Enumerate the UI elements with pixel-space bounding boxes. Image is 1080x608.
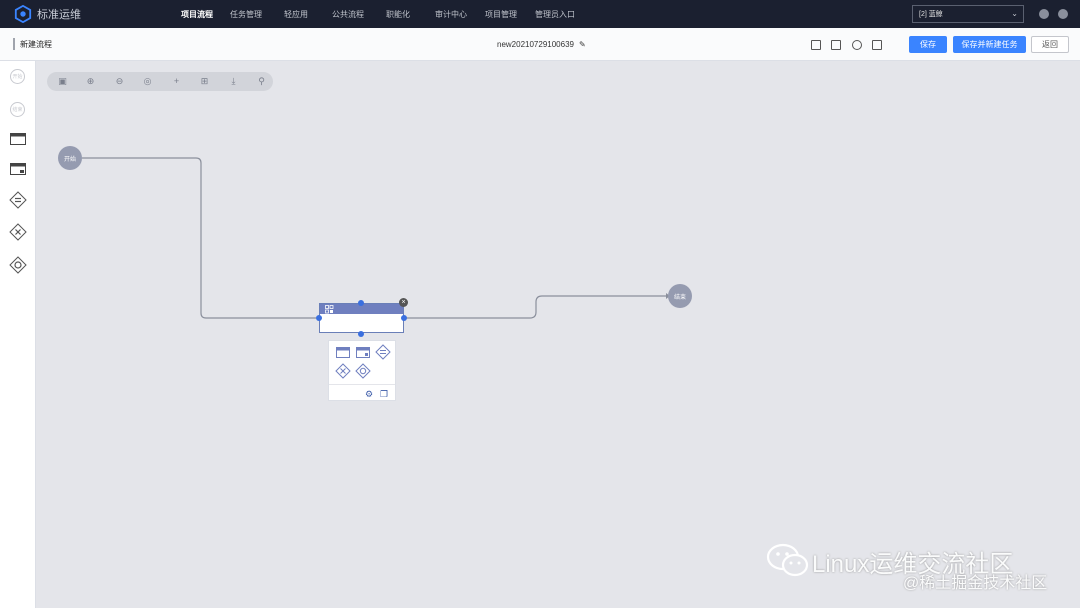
wechat-logo-icon [766, 543, 809, 577]
shortcut-exclusive-gateway-icon[interactable] [375, 344, 391, 360]
flow-connectors [82, 157, 670, 319]
shortcut-subflow-node-icon[interactable] [356, 347, 370, 358]
shortcut-parallel-gateway-icon[interactable] [335, 363, 351, 379]
watermark-line2: @稀土掘金技术社区 [903, 575, 1048, 592]
connector-task-to-end [406, 295, 666, 319]
task-node[interactable] [319, 303, 404, 333]
task-anchor-right[interactable] [401, 315, 407, 321]
copy-icon[interactable]: ❐ [380, 389, 388, 400]
connector-start-to-task [82, 157, 316, 319]
start-node[interactable]: 开始 [58, 146, 82, 170]
task-type-icon [325, 304, 334, 313]
task-anchor-bottom[interactable] [358, 331, 364, 337]
task-anchor-left[interactable] [316, 315, 322, 321]
shortcut-converge-gateway-icon[interactable] [355, 363, 371, 379]
end-node[interactable]: 结束 [668, 284, 692, 308]
task-anchor-top[interactable] [358, 300, 364, 306]
node-shortcut-panel: ⚙ ❐ [328, 340, 396, 401]
shortcut-task-node-icon[interactable] [336, 347, 350, 358]
shortcut-divider [329, 384, 395, 385]
close-icon[interactable]: × [399, 298, 408, 307]
settings-icon[interactable]: ⚙ [365, 389, 373, 400]
